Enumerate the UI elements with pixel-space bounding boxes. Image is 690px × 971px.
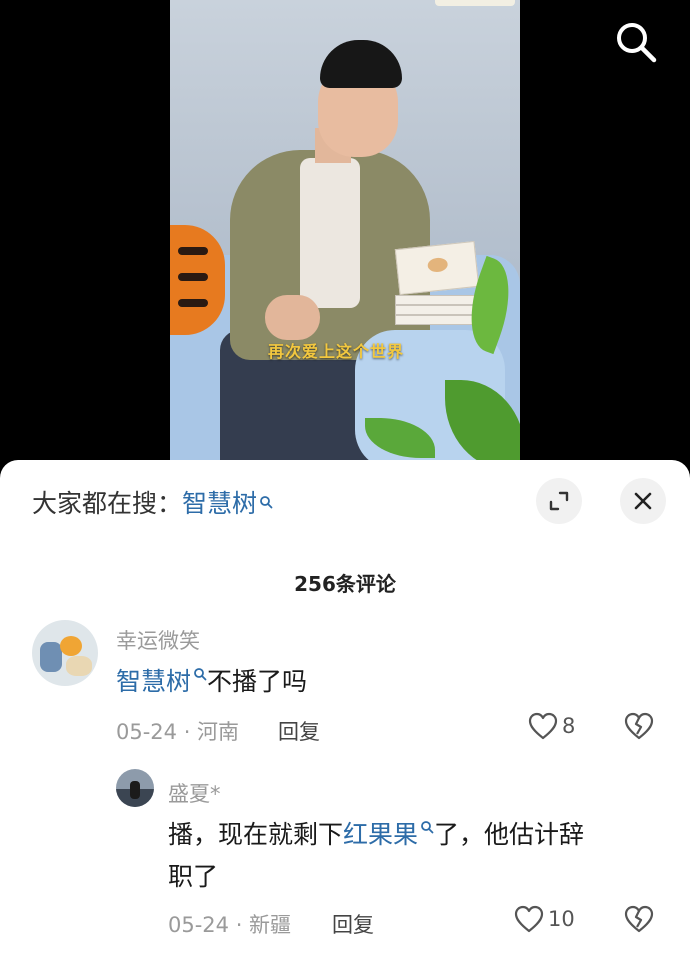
comment-text: 智慧树 不播了吗	[116, 663, 307, 701]
comment-text: 播，现在就剩下红果果 了，他估计辞 职了	[168, 816, 668, 896]
comment-sheet: 大家都在搜： 智慧树 256条评论 幸运微笑 智慧树 不播了吗 05-24 · 河…	[0, 460, 690, 971]
comment-body: 不播了吗	[207, 667, 308, 696]
like-button[interactable]: 10	[514, 905, 575, 933]
username[interactable]: 幸运微笑	[116, 625, 200, 655]
dislike-button[interactable]	[624, 905, 654, 937]
comment-meta: 05-24 · 新疆	[168, 913, 292, 937]
broken-heart-icon	[624, 905, 654, 933]
username[interactable]: 盛夏*	[168, 778, 221, 808]
search-suggestion[interactable]: 大家都在搜： 智慧树	[32, 484, 273, 520]
close-button[interactable]	[620, 478, 666, 524]
like-button[interactable]: 8	[528, 712, 575, 740]
heart-icon	[514, 905, 544, 933]
comment-keyword[interactable]: 智慧树	[116, 667, 191, 696]
reply-button[interactable]: 回复	[278, 716, 320, 746]
search-icon	[194, 667, 207, 681]
video-player[interactable]: 再次爱上这个世界	[0, 0, 690, 470]
hair	[320, 40, 402, 88]
hand	[265, 295, 320, 340]
reply-button[interactable]: 回复	[332, 909, 374, 939]
comment-keyword[interactable]: 红果果	[343, 820, 418, 849]
expand-button[interactable]	[536, 478, 582, 524]
search-icon	[260, 496, 273, 509]
like-count: 8	[562, 714, 576, 738]
tshirt	[300, 158, 360, 308]
broken-heart-icon	[624, 712, 654, 740]
like-count: 10	[548, 907, 575, 931]
suggestion-keyword[interactable]: 智慧树	[182, 484, 257, 520]
plush-toy	[170, 225, 225, 335]
avatar[interactable]	[32, 620, 98, 686]
lamp	[435, 0, 515, 6]
search-button[interactable]	[612, 18, 660, 66]
book-stack	[394, 240, 480, 330]
avatar[interactable]	[116, 769, 154, 807]
search-icon	[421, 820, 434, 834]
expand-icon	[549, 491, 569, 511]
comment-body: 了，他估计辞	[434, 820, 585, 849]
comment-body: 职了	[168, 862, 219, 891]
close-icon	[634, 492, 652, 510]
suggestion-prefix: 大家都在搜：	[32, 489, 183, 518]
comment-body: 播，现在就剩下	[168, 820, 344, 849]
comment-meta: 05-24 · 河南	[116, 720, 240, 744]
dislike-button[interactable]	[624, 712, 654, 744]
video-caption: 再次爱上这个世界	[268, 342, 405, 361]
search-icon	[617, 23, 657, 63]
video-frame: 再次爱上这个世界	[170, 0, 520, 470]
heart-icon	[528, 712, 558, 740]
comment-count: 256条评论	[294, 572, 396, 596]
